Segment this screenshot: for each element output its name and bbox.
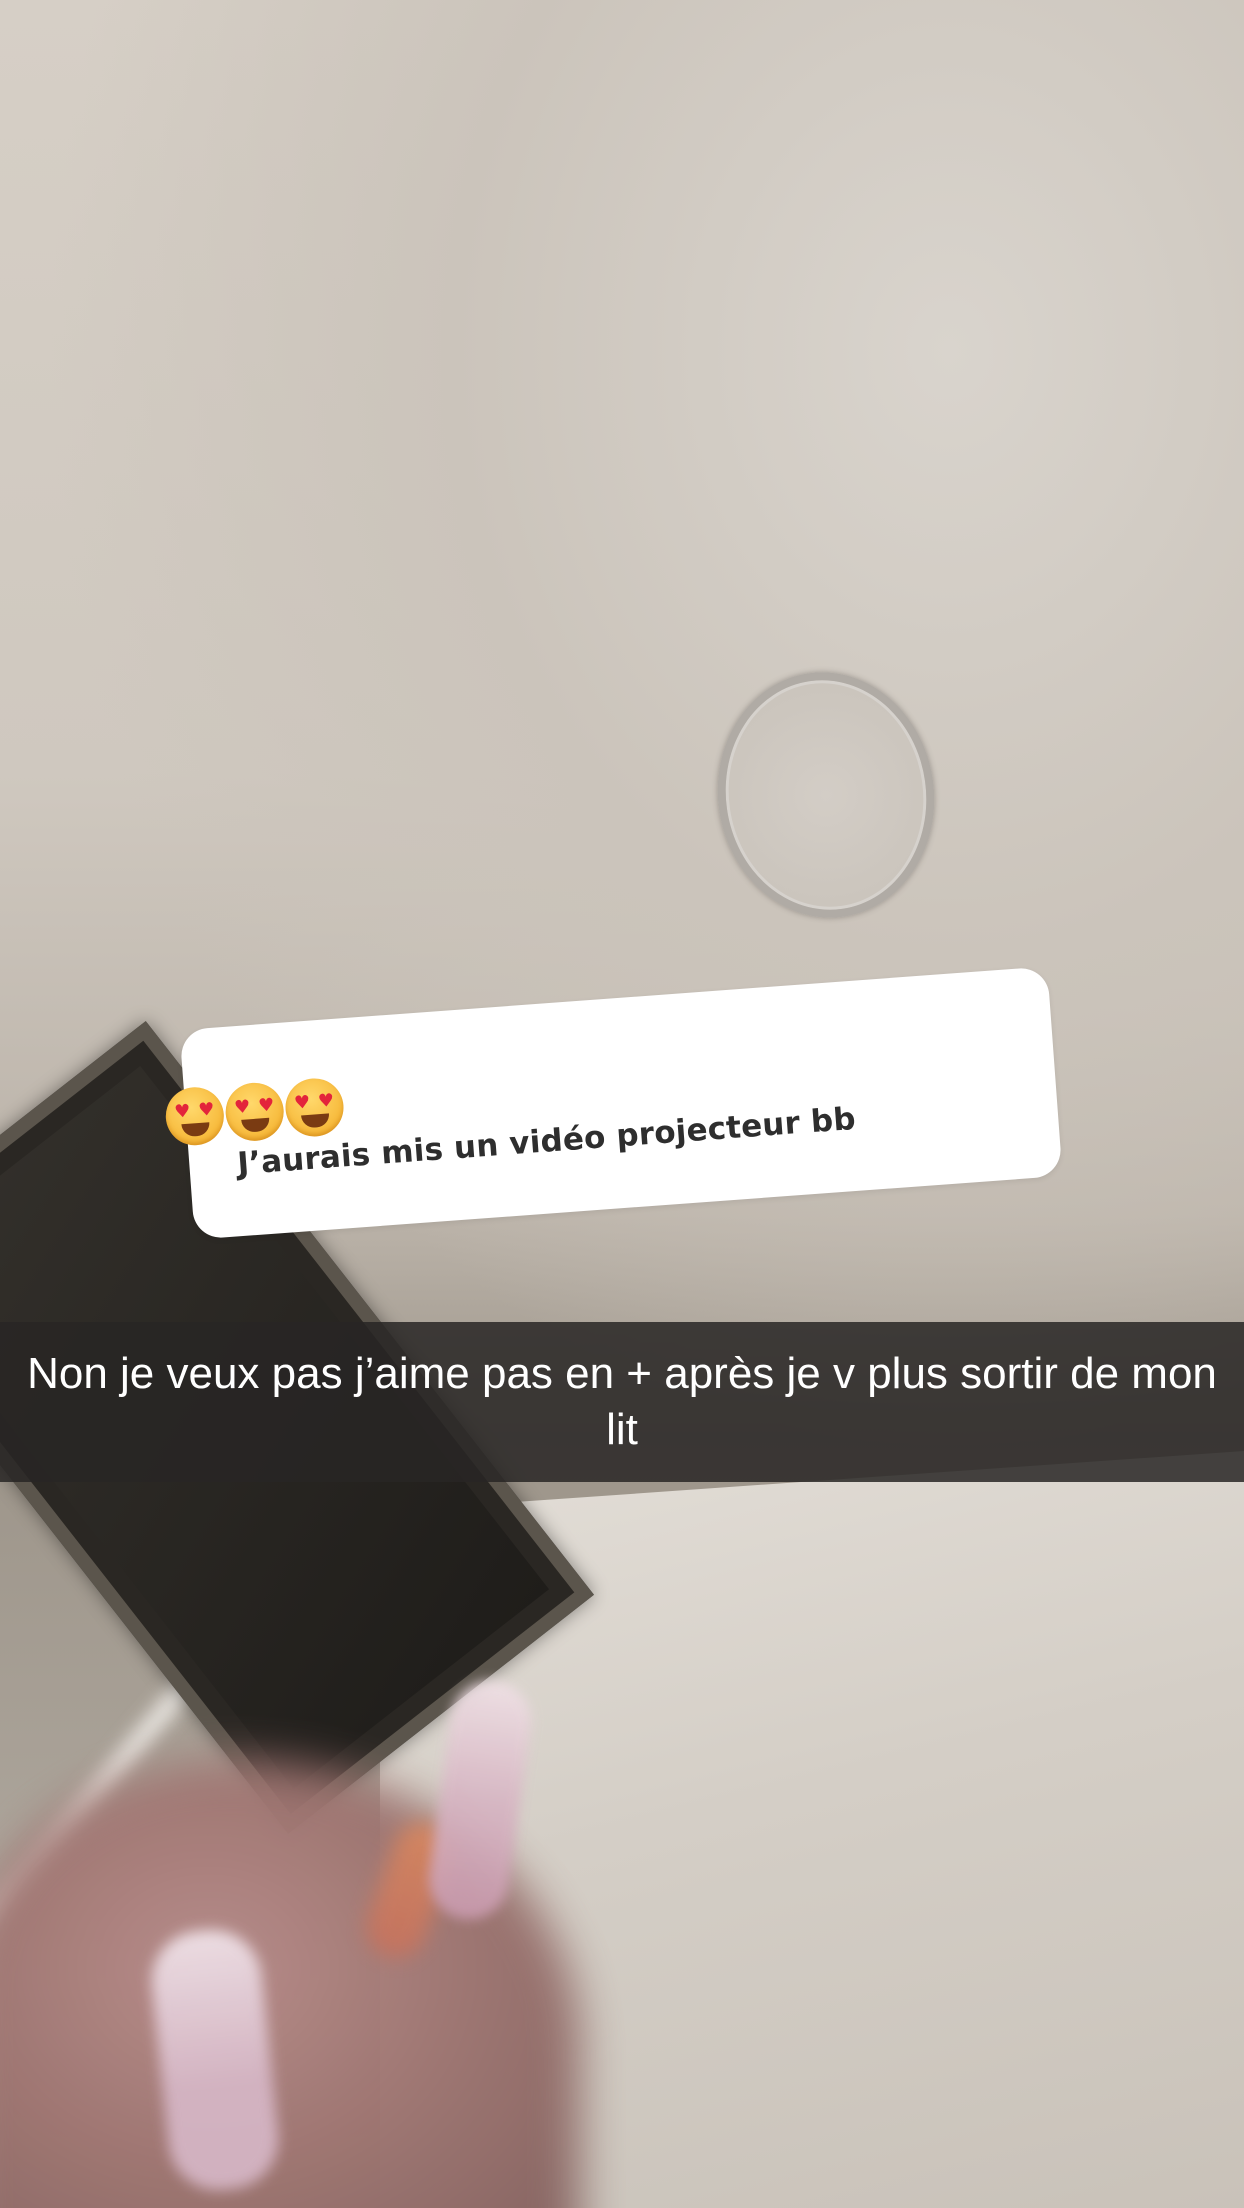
caption-text: Non je veux pas j’aime pas en + après je… (27, 1349, 1217, 1454)
reply-sticker[interactable]: ♥ ♥ ♥ ♥ ♥ ♥ J’aurais mis un vidéo projecteu… (163, 966, 1063, 1240)
heart-eyes-emoji-icon: ♥ ♥ (163, 1085, 226, 1148)
heart-eyes-emoji-icon: ♥ ♥ (223, 1080, 286, 1143)
caption-bar[interactable]: Non je veux pas j’aime pas en + après je… (0, 1322, 1244, 1482)
sticker-emoji-row: ♥ ♥ ♥ ♥ ♥ ♥ (163, 1076, 346, 1148)
snap-photo: ♥ ♥ ♥ ♥ ♥ ♥ J’aurais mis un vidéo projecteu… (0, 0, 1244, 2208)
ceiling-light-fixture (701, 658, 951, 932)
heart-eyes-emoji-icon: ♥ ♥ (283, 1076, 346, 1139)
